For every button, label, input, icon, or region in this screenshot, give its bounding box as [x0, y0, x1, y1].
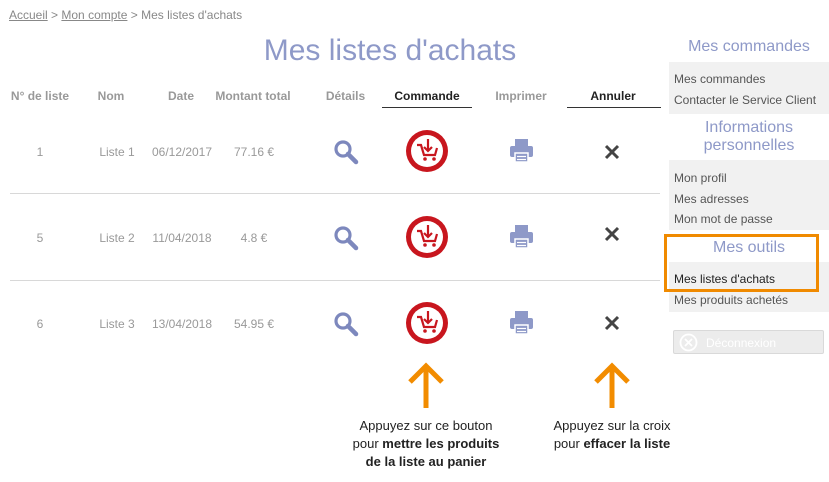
sidebar-item-orders[interactable]: Mes commandes [674, 72, 765, 86]
callout-text: pour [352, 436, 383, 451]
list-date: 13/04/2018 [151, 317, 213, 331]
table-row: 1 Liste 1 06/12/2017 77.16 € [0, 108, 660, 193]
callout-line: Appuyez sur ce bouton [359, 418, 493, 433]
callout-emphasis: effacer la liste [583, 436, 671, 451]
breadcrumb-home-link[interactable]: Accueil [9, 8, 48, 22]
callout-line: Appuyez sur la croix [553, 418, 671, 433]
sidebar-item-shopping-lists[interactable]: Mes listes d'achats [674, 272, 775, 286]
list-name: Liste 2 [99, 231, 135, 245]
breadcrumb-separator: > [51, 8, 59, 22]
close-icon[interactable] [603, 314, 621, 332]
search-icon[interactable] [333, 225, 359, 251]
arrow-up-icon [408, 362, 444, 408]
callout-add-to-cart: Appuyez sur ce bouton pour mettre les pr… [330, 417, 522, 471]
search-icon[interactable] [333, 139, 359, 165]
callout-line: pour effacer la liste [527, 435, 697, 453]
close-icon[interactable] [603, 225, 621, 243]
sidebar-info-title: Informations personnelles [669, 119, 829, 155]
list-date: 06/12/2017 [151, 145, 213, 159]
sidebar-orders-title: Mes commandes [688, 38, 810, 55]
header-details: Détails [325, 89, 366, 103]
cart-download-icon[interactable] [404, 214, 450, 260]
breadcrumb: Accueil > Mon compte > Mes listes d'acha… [9, 8, 242, 22]
cart-download-icon[interactable] [404, 300, 450, 346]
callout-line: pour mettre les produits [330, 435, 522, 453]
printer-icon[interactable] [508, 137, 535, 164]
logout-button[interactable]: Déconnexion [673, 330, 824, 354]
sidebar-item-purchased-products[interactable]: Mes produits achetés [674, 293, 788, 307]
header-list-number: N° de liste [10, 89, 70, 103]
table-row: 5 Liste 2 11/04/2018 4.8 € [0, 194, 660, 280]
printer-icon[interactable] [508, 223, 535, 250]
callout-line: de la liste au panier [330, 453, 522, 471]
list-amount: 54.95 € [233, 317, 275, 331]
sidebar-item-addresses[interactable]: Mes adresses [674, 192, 749, 206]
printer-icon[interactable] [508, 309, 535, 336]
list-name: Liste 1 [99, 145, 135, 159]
header-print: Imprimer [495, 89, 547, 103]
sidebar-item-contact[interactable]: Contacter le Service Client [674, 93, 816, 107]
close-circle-icon [679, 333, 698, 352]
list-number: 1 [36, 145, 44, 159]
header-date: Date [167, 89, 194, 103]
breadcrumb-current: Mes listes d'achats [141, 8, 243, 22]
sidebar-info-title-line: personnelles [703, 137, 795, 154]
search-icon[interactable] [333, 311, 359, 337]
breadcrumb-account-link[interactable]: Mon compte [61, 8, 127, 22]
list-name: Liste 3 [99, 317, 135, 331]
list-amount: 77.16 € [233, 145, 275, 159]
list-date: 11/04/2018 [152, 231, 212, 245]
header-cancel: Annuler [590, 89, 636, 103]
header-name: Nom [97, 89, 125, 103]
callout-text: pour [553, 436, 584, 451]
logout-label: Déconnexion [706, 336, 777, 350]
sidebar-item-profile[interactable]: Mon profil [674, 171, 727, 185]
callout-delete-list: Appuyez sur la croix pour effacer la lis… [527, 417, 697, 453]
header-total: Montant total [215, 89, 291, 103]
list-number: 5 [36, 231, 44, 245]
callout-emphasis: mettre les produits [382, 436, 500, 451]
arrow-up-icon [594, 362, 630, 408]
breadcrumb-separator: > [130, 8, 138, 22]
list-amount: 4.8 € [240, 231, 268, 245]
callout-emphasis: de la liste au panier [365, 454, 487, 469]
table-row: 6 Liste 3 13/04/2018 54.95 € [0, 281, 660, 367]
sidebar-item-password[interactable]: Mon mot de passe [674, 212, 773, 226]
page-title: Mes listes d'achats [263, 34, 517, 67]
list-number: 6 [36, 317, 44, 331]
header-order: Commande [394, 89, 460, 103]
close-icon[interactable] [603, 143, 621, 161]
cart-download-icon[interactable] [404, 128, 450, 174]
sidebar-info-title-line: Informations [704, 119, 794, 136]
